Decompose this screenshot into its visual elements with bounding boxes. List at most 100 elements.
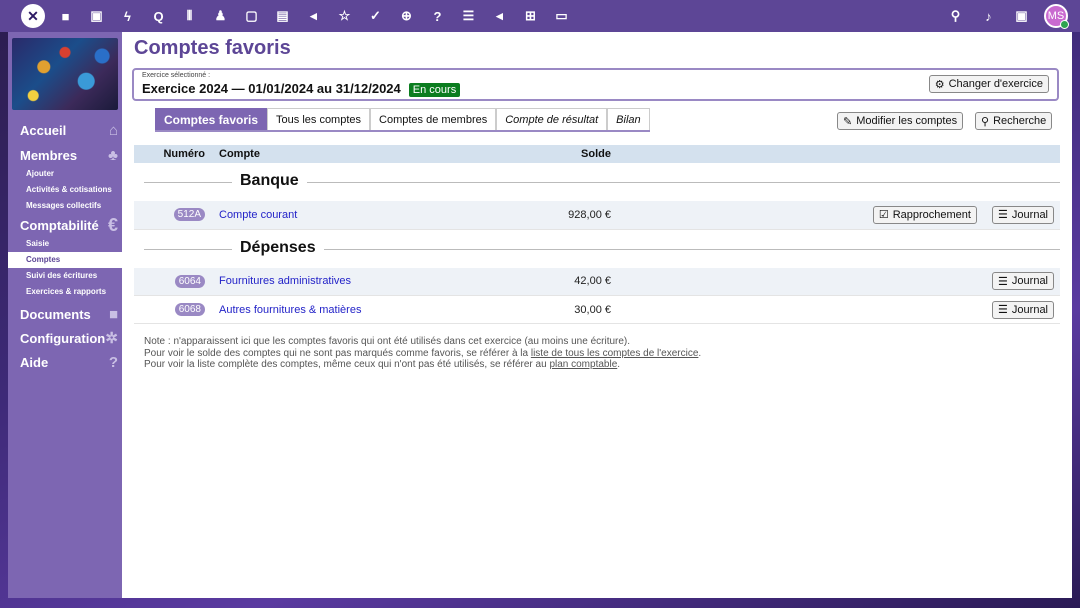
account-link[interactable]: Fournitures administratives xyxy=(219,275,351,287)
modify-accounts-button[interactable]: ✎ Modifier les comptes xyxy=(837,112,964,130)
bell-icon[interactable]: ♪ xyxy=(978,4,999,28)
menu-icon: ☰ xyxy=(998,275,1008,288)
account-balance: 42,00 € xyxy=(489,267,629,296)
plugin-icon[interactable]: ◂ xyxy=(489,4,510,28)
note-line-3-end: . xyxy=(617,359,621,370)
sidebar-subitem-ajouter[interactable]: Ajouter xyxy=(8,166,122,182)
tab-comptes-de-membres[interactable]: Comptes de membres xyxy=(370,108,497,130)
header-numero: Numéro xyxy=(134,145,219,163)
top-bar: ✕ ■ ▣ ϟ Q ⦀ ♟ ▢ ▤ ◂ ☆ ✓ ⊕ ? ☰ ◂ ⊞ ▭ ⚲ ♪ … xyxy=(0,0,1080,32)
monitor-icon[interactable]: ▭ xyxy=(551,4,572,28)
all-accounts-link[interactable]: liste de tous les comptes de l'exercice xyxy=(531,348,699,359)
help-icon[interactable]: ? xyxy=(427,4,448,28)
drawer-icon[interactable]: ▤ xyxy=(272,4,293,28)
tab-comptes-favoris[interactable]: Comptes favoris xyxy=(155,108,268,130)
header-compte: Compte xyxy=(219,145,489,163)
sidebar-banner-image[interactable] xyxy=(12,38,118,110)
list-icon[interactable]: ☰ xyxy=(458,4,479,28)
gear-icon: ⚙ xyxy=(934,78,945,91)
main-content: Comptes favoris Exercice sélectionné : E… xyxy=(122,32,1072,598)
header-actions xyxy=(629,145,1060,163)
people-icon: ♣ xyxy=(108,146,118,164)
account-tabs: Comptes favoris Tous les comptes Comptes… xyxy=(155,108,650,132)
sidebar-subitem-saisie[interactable]: Saisie xyxy=(8,236,122,252)
sidebar-item-label: Aide xyxy=(20,354,49,370)
status-badge: En cours xyxy=(408,83,461,97)
search-button[interactable]: ⚲ Recherche xyxy=(975,112,1053,130)
search-icon[interactable]: ⚲ xyxy=(945,4,966,28)
accounts-table: Numéro Compte Solde Banque 512A Compte c… xyxy=(134,145,1060,324)
account-balance: 30,00 € xyxy=(489,295,629,324)
question-icon: ? xyxy=(108,353,118,371)
sidebar-subitem-suivi[interactable]: Suivi des écritures xyxy=(8,268,122,284)
reconcile-button[interactable]: ☑ Rapprochement xyxy=(872,205,977,224)
grid-icon[interactable]: ⊞ xyxy=(520,4,541,28)
account-number-badge[interactable]: 6068 xyxy=(174,303,205,316)
star-icon[interactable]: ☆ xyxy=(334,4,355,28)
account-link[interactable]: Compte courant xyxy=(219,209,297,221)
sidebar-subitem-messages[interactable]: Messages collectifs xyxy=(8,198,122,214)
change-exercise-label: Changer d'exercice xyxy=(948,78,1043,90)
sidebar-item-membres[interactable]: Membres ♣ xyxy=(8,144,122,166)
checkbox-icon: ☑ xyxy=(878,209,889,222)
change-exercise-button[interactable]: ⚙ Changer d'exercice xyxy=(928,75,1049,93)
section-title-banque: Banque xyxy=(232,172,307,190)
exercise-title: Exercice 2024 — 01/01/2024 au 31/12/2024 xyxy=(142,81,401,96)
sidebar-item-accueil[interactable]: Accueil ⌂ xyxy=(8,120,122,140)
sidebar-subitem-exercices[interactable]: Exercices & rapports xyxy=(8,284,122,300)
note-line-2: Pour voir le solde des comptes qui ne so… xyxy=(144,348,701,360)
sidebar-item-label: Documents xyxy=(20,306,91,322)
sidebar-item-label: Configuration xyxy=(20,330,106,346)
note-line-3-text: Pour voir la liste complète des comptes,… xyxy=(144,359,550,370)
avatar[interactable]: MS xyxy=(1044,4,1069,29)
modify-accounts-label: Modifier les comptes xyxy=(856,115,958,127)
users-icon[interactable]: ♟ xyxy=(210,4,231,28)
page-title: Comptes favoris xyxy=(134,37,291,59)
journal-button[interactable]: ☰ Journal xyxy=(992,272,1054,291)
section-row-depenses: Dépenses xyxy=(134,229,1060,268)
search-q-icon[interactable]: Q xyxy=(148,4,169,28)
tab-bilan[interactable]: Bilan xyxy=(607,108,650,130)
globe-icon[interactable]: ⊕ xyxy=(396,4,417,28)
sidebar: Accueil ⌂ Membres ♣ Ajouter Activités & … xyxy=(8,32,122,598)
sidebar-item-label: Comptabilité xyxy=(20,217,99,233)
sidebar-subitem-comptes[interactable]: Comptes xyxy=(8,252,122,268)
menu-icon: ☰ xyxy=(998,304,1008,316)
account-link[interactable]: Autres fournitures & matières xyxy=(219,304,361,316)
journal-button[interactable]: ☰ Journal xyxy=(992,205,1054,224)
search-icon: ⚲ xyxy=(981,115,990,128)
help-note: Note : n'apparaissent ici que les compte… xyxy=(144,336,701,371)
sidebar-item-comptabilite[interactable]: Comptabilité € xyxy=(8,214,122,236)
sidebar-item-configuration[interactable]: Configuration ✲ xyxy=(8,326,122,350)
paheko-logo-icon[interactable]: ✕ xyxy=(21,4,45,28)
note-line-3: Pour voir la liste complète des comptes,… xyxy=(144,359,701,371)
search-label: Recherche xyxy=(993,115,1047,127)
top-icons: ■ ▣ ϟ Q ⦀ ♟ ▢ ▤ ◂ ☆ ✓ ⊕ ? ☰ ◂ ⊞ ▭ xyxy=(55,4,582,28)
sidebar-subitem-activites[interactable]: Activités & cotisations xyxy=(8,182,122,198)
account-number-badge[interactable]: 6064 xyxy=(174,274,205,288)
online-status-dot xyxy=(1060,20,1069,29)
note-line-2-end: . xyxy=(698,347,702,359)
chart-of-accounts-link[interactable]: plan comptable xyxy=(549,359,617,370)
note-line-1: Note : n'apparaissent ici que les compte… xyxy=(144,336,631,347)
section-title-depenses: Dépenses xyxy=(232,238,324,257)
account-balance: 928,00 € xyxy=(489,201,629,230)
bolt-icon[interactable]: ϟ xyxy=(117,4,138,28)
tab-tous-les-comptes[interactable]: Tous les comptes xyxy=(267,108,371,130)
calendar-icon[interactable]: ▢ xyxy=(241,4,262,28)
sidebar-item-documents[interactable]: Documents ■ xyxy=(8,302,122,326)
check-icon[interactable]: ✓ xyxy=(365,4,386,28)
image-icon[interactable]: ▣ xyxy=(86,4,107,28)
address-book-icon[interactable]: ▣ xyxy=(1011,4,1032,28)
note-line-2-text: Pour voir le solde des comptes qui ne so… xyxy=(144,347,531,359)
sidebar-item-label: Accueil xyxy=(20,122,67,138)
megaphone-icon[interactable]: ◂ xyxy=(303,4,324,28)
folder-icon[interactable]: ■ xyxy=(55,4,76,28)
journal-button[interactable]: ☰ Journal xyxy=(992,300,1054,319)
sidebar-item-aide[interactable]: Aide ? xyxy=(8,350,122,374)
account-number-badge[interactable]: 512A xyxy=(173,208,205,222)
tab-compte-de-resultat[interactable]: Compte de résultat xyxy=(496,108,608,130)
columns-icon[interactable]: ⦀ xyxy=(179,4,200,28)
table-header-row: Numéro Compte Solde xyxy=(134,145,1060,163)
exercise-caption: Exercice sélectionné : xyxy=(142,72,211,79)
